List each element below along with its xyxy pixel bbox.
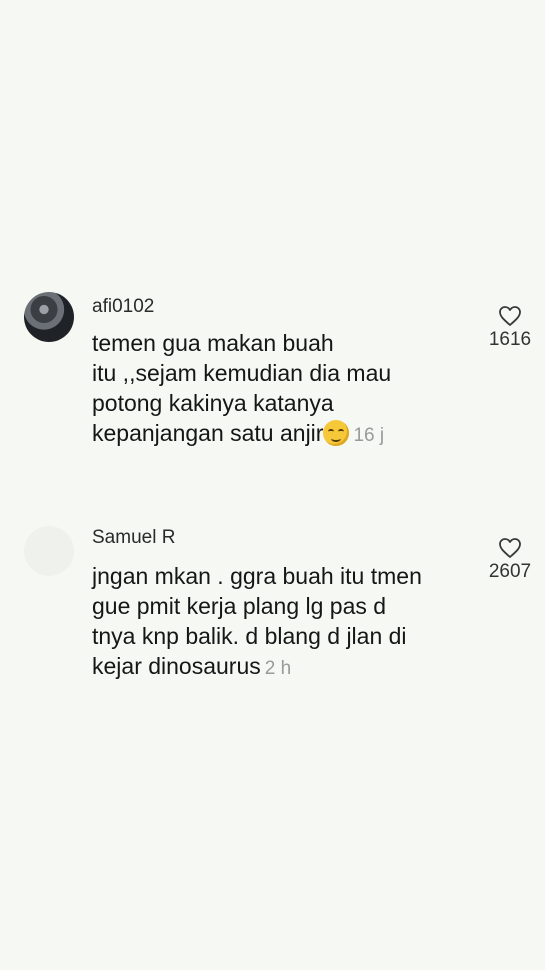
- comment-line: temen gua makan buah: [92, 330, 334, 356]
- comment-line-last: kepanjangan satu anjir 16 j: [92, 418, 477, 451]
- grinning-face-emoji: [323, 420, 350, 446]
- like-button[interactable]: 2607: [480, 537, 540, 583]
- comment-line: itu ,,sejam kemudian dia mau: [92, 360, 392, 386]
- like-count: 1616: [488, 329, 532, 350]
- comment-line: jngan mkan . ggra buah itu tmen: [92, 563, 422, 589]
- heart-outline-icon: [499, 538, 521, 558]
- avatar[interactable]: [24, 526, 74, 576]
- comment-line: tnya knp balik. d blang d jlan di: [92, 623, 407, 649]
- comment-line-last: kejar dinosaurus 2 h: [92, 651, 477, 684]
- avatar[interactable]: [24, 292, 74, 342]
- comment-username[interactable]: Samuel R: [92, 527, 175, 549]
- heart-outline-icon: [499, 306, 521, 326]
- comment-username[interactable]: afi0102: [92, 296, 154, 318]
- comment-text: jngan mkan . ggra buah itu tmen gue pmit…: [92, 561, 477, 684]
- like-button[interactable]: 1616: [480, 305, 540, 351]
- comment-line: gue pmit kerja plang lg pas d: [92, 593, 387, 619]
- like-count: 2607: [488, 561, 532, 582]
- comment-time: 2 h: [264, 658, 292, 679]
- comment-line: kejar dinosaurus: [92, 653, 261, 679]
- comment-line: kepanjangan satu anjir: [92, 420, 324, 446]
- comment-text: temen gua makan buah itu ,,sejam kemudia…: [92, 328, 477, 451]
- comment-time: 16 j: [353, 425, 385, 446]
- comment-line: potong kakinya katanya: [92, 390, 334, 416]
